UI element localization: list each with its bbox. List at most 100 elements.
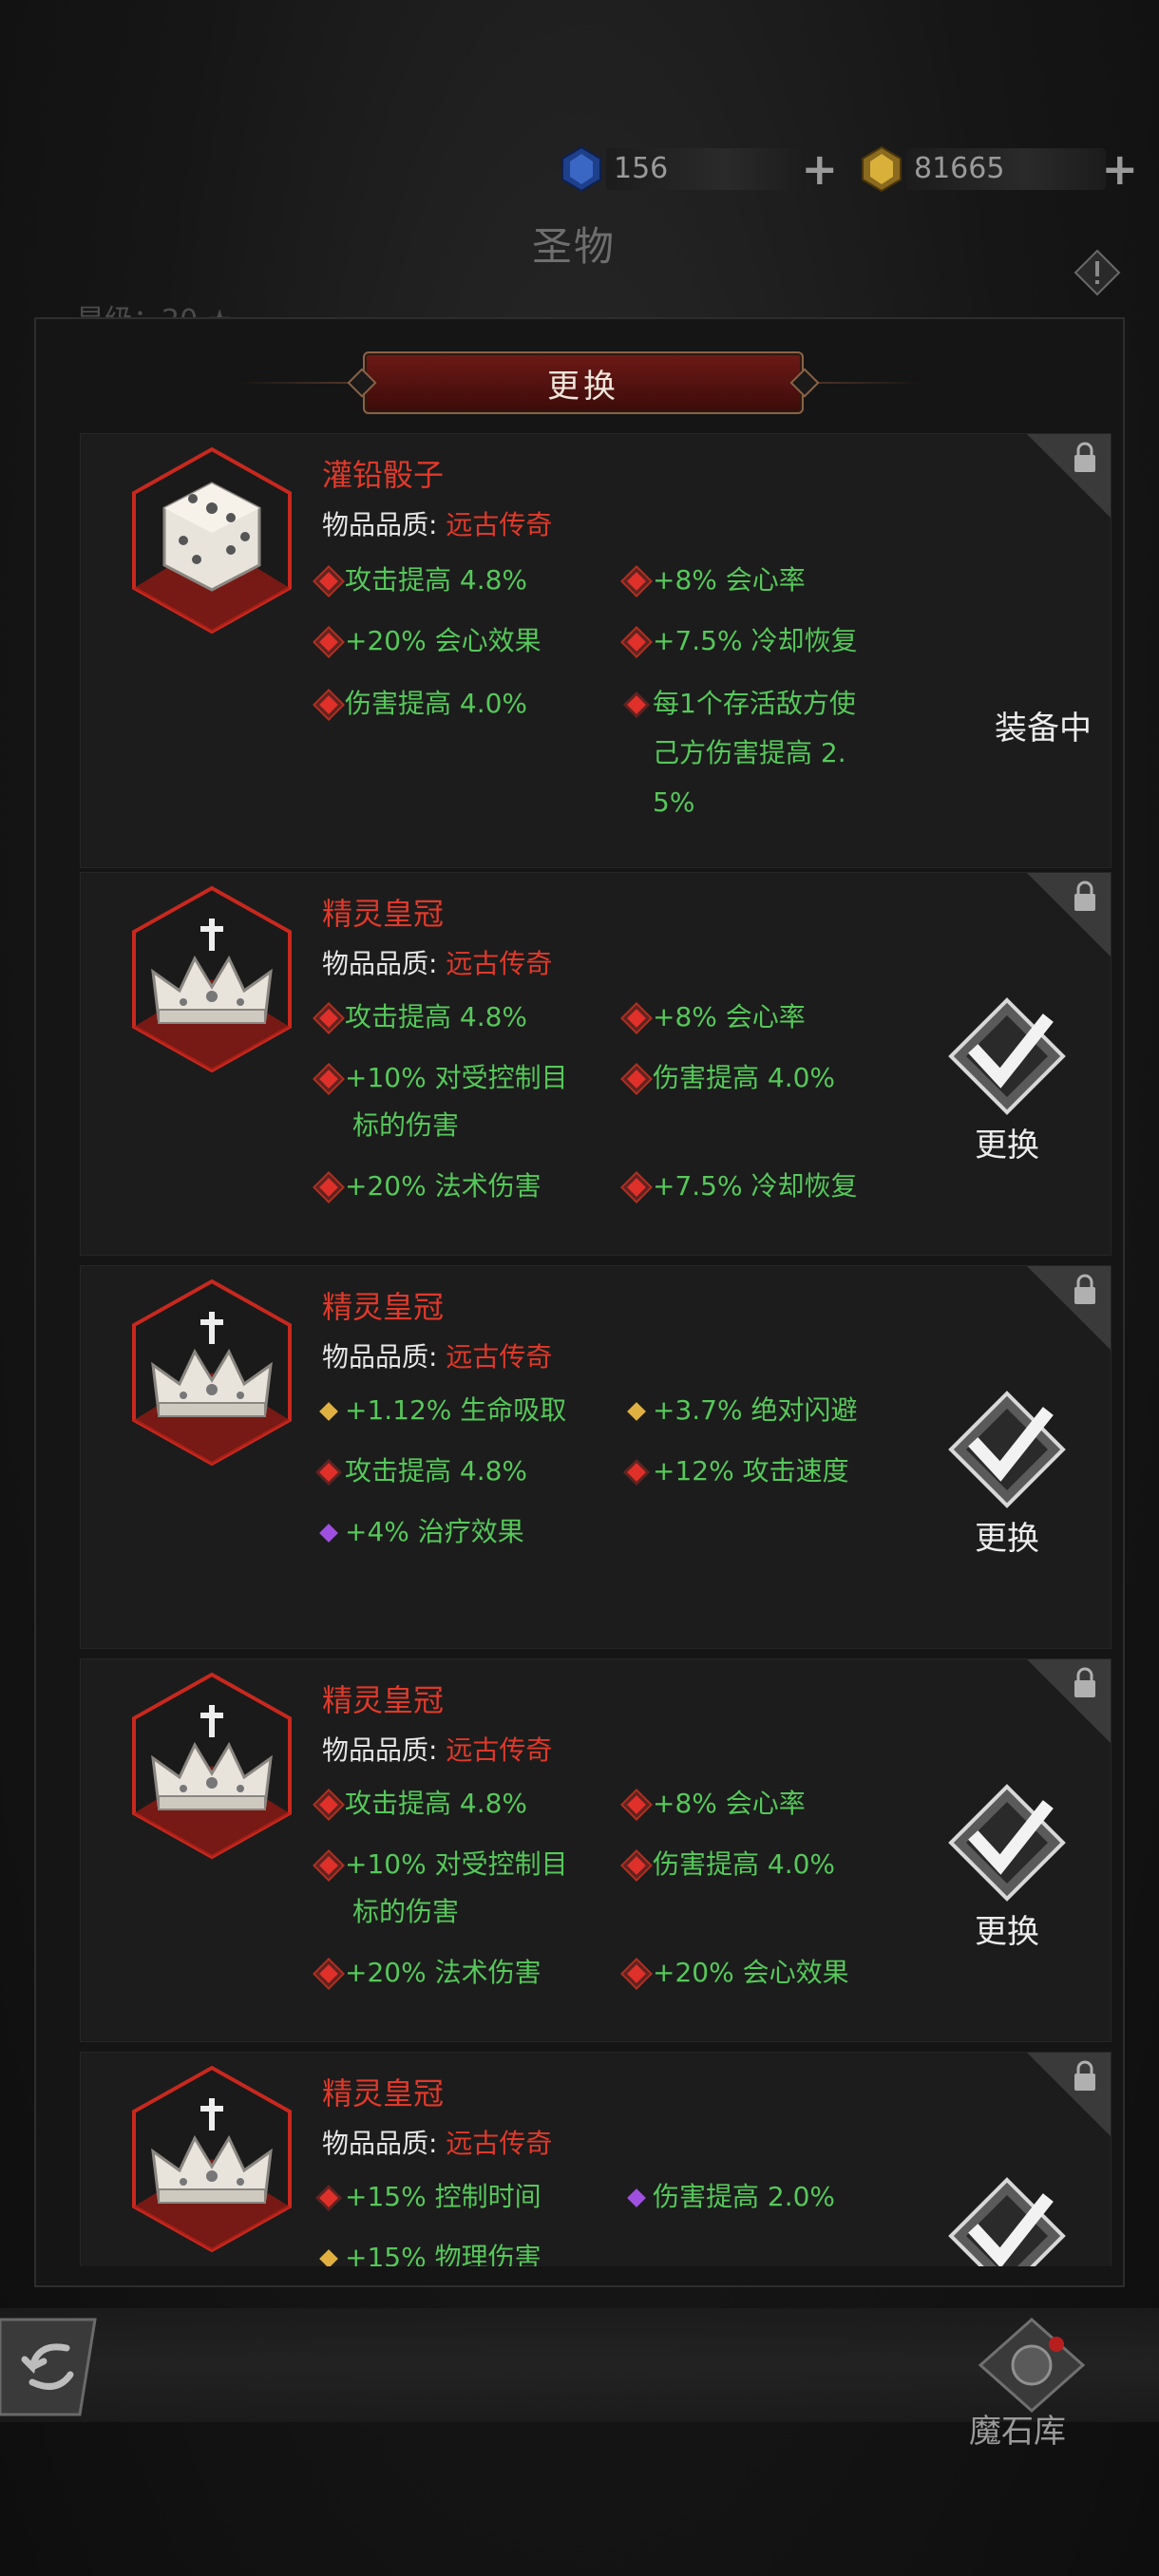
back-arrow-icon[interactable] <box>0 2314 103 2420</box>
plate-ornament <box>347 368 377 398</box>
item-quality: 物品品质: 远古传奇 <box>322 943 552 981</box>
attribute-continued: 5% <box>653 786 695 818</box>
checkmark-icon <box>948 1391 1066 1508</box>
attribute: +15% 物理伤害 <box>319 2235 542 2266</box>
item-name: 灌铅骰子 <box>322 457 445 493</box>
red-gem-icon <box>313 1849 345 1882</box>
attribute: +4% 治疗效果 <box>319 1509 524 1555</box>
purple-gem-icon <box>319 1524 338 1543</box>
lock-icon[interactable] <box>1071 1274 1099 1306</box>
quality-value: 远古传奇 <box>446 1734 553 1766</box>
page-title: 圣物 <box>532 223 617 270</box>
item-quality: 物品品质: 远古传奇 <box>322 1336 552 1374</box>
currency-blue: 156 + <box>557 142 838 196</box>
quality-label: 物品品质: <box>322 509 438 540</box>
attribute: 攻击提高 4.8% <box>319 1449 527 1494</box>
red-gem-icon <box>620 1958 653 1990</box>
lock-icon[interactable] <box>1071 881 1099 913</box>
add-blue-currency-button[interactable]: + <box>801 147 838 191</box>
modal-title: 更换 <box>547 367 619 406</box>
currency-gold: 81665 + <box>857 142 1138 196</box>
dice-icon <box>132 446 292 635</box>
checkmark-icon <box>948 1784 1066 1902</box>
red-gem-icon <box>620 1849 653 1882</box>
red-gem-icon <box>313 626 345 658</box>
red-gem-icon <box>319 1463 338 1482</box>
attribute: +20% 法术伤害 <box>313 1164 542 1209</box>
red-gem-icon <box>313 565 345 597</box>
attribute: +8% 会心率 <box>620 1781 806 1827</box>
vault-label[interactable]: 魔石库 <box>969 2405 1066 2452</box>
modal-title-plate: 更换 <box>347 351 820 414</box>
quality-label: 物品品质: <box>322 1734 438 1766</box>
attribute: 伤害提高 4.0% <box>620 1055 835 1101</box>
relic-list[interactable]: 灌铅骰子 物品品质: 远古传奇 攻击提高 4.8% +8% 会心率 +20% 会… <box>80 433 1112 2266</box>
lock-icon[interactable] <box>1071 442 1099 474</box>
currency-blue-value: 156 <box>606 148 806 190</box>
red-gem-icon <box>620 1171 653 1203</box>
quality-label: 物品品质: <box>322 1341 438 1373</box>
replace-button[interactable]: 更换 <box>945 2174 1069 2266</box>
red-gem-icon <box>319 2188 338 2207</box>
currency-gold-value: 81665 <box>906 148 1106 190</box>
attribute: 伤害提高 4.0% <box>313 681 527 727</box>
vault-icon[interactable] <box>975 2316 1089 2415</box>
modal-header: 更换 <box>36 319 1123 443</box>
red-gem-icon <box>313 1171 345 1203</box>
red-gem-icon <box>313 689 345 721</box>
attribute: +7.5% 冷却恢复 <box>620 618 858 664</box>
quality-label: 物品品质: <box>322 2128 438 2159</box>
attribute: +3.7% 绝对闪避 <box>627 1388 858 1433</box>
add-gold-currency-button[interactable]: + <box>1101 147 1138 191</box>
replace-button[interactable]: 更换 <box>945 1388 1069 1559</box>
attribute: +12% 攻击速度 <box>627 1449 849 1494</box>
replace-button[interactable]: 更换 <box>945 1781 1069 1952</box>
blue-gem-icon <box>561 145 601 193</box>
item-name: 精灵皇冠 <box>322 1289 445 1325</box>
attribute: 每1个存活敌方使 <box>627 681 856 727</box>
attribute: +15% 控制时间 <box>319 2174 542 2220</box>
gold-gem-icon <box>319 2249 338 2266</box>
replace-modal: 更换 灌铅骰子 物品品质: 远古传奇 攻击提高 4.8% +8% 会心率 +20… <box>34 317 1125 2287</box>
attribute: +20% 会心效果 <box>620 1950 849 1996</box>
attribute: 伤害提高 2.0% <box>627 2174 835 2220</box>
item-name: 精灵皇冠 <box>322 896 445 932</box>
quality-value: 远古传奇 <box>446 2128 553 2159</box>
list-item[interactable]: 精灵皇冠 物品品质: 远古传奇 攻击提高 4.8% +8% 会心率 +10% 对… <box>80 872 1112 1256</box>
attribute: +10% 对受控制目 <box>313 1055 568 1101</box>
list-item[interactable]: 精灵皇冠 物品品质: 远古传奇 +1.12% 生命吸取 +3.7% 绝对闪避 攻… <box>80 1265 1112 1649</box>
warning-icon[interactable] <box>1074 249 1121 296</box>
attribute: +8% 会心率 <box>620 994 806 1040</box>
red-gem-icon <box>313 1002 345 1034</box>
attribute-continued: 标的伤害 <box>352 1896 460 1927</box>
item-quality: 物品品质: 远古传奇 <box>322 2123 552 2161</box>
red-gem-icon <box>313 1958 345 1990</box>
red-gem-icon <box>620 626 653 658</box>
replace-button[interactable]: 更换 <box>945 994 1069 1165</box>
attribute: +10% 对受控制目 <box>313 1842 568 1887</box>
replace-label: 更换 <box>975 1127 1039 1165</box>
attribute: 伤害提高 4.0% <box>620 1842 835 1887</box>
quality-value: 远古传奇 <box>446 1341 553 1373</box>
item-name: 精灵皇冠 <box>322 1682 445 1718</box>
attribute: +8% 会心率 <box>620 558 806 603</box>
quality-value: 远古传奇 <box>446 948 553 979</box>
list-item[interactable]: 灌铅骰子 物品品质: 远古传奇 攻击提高 4.8% +8% 会心率 +20% 会… <box>80 433 1112 868</box>
lock-icon[interactable] <box>1071 1667 1099 1699</box>
item-quality: 物品品质: 远古传奇 <box>322 1730 552 1768</box>
list-item[interactable]: 精灵皇冠 物品品质: 远古传奇 +15% 控制时间 伤害提高 2.0% +15%… <box>80 2052 1112 2266</box>
crown-icon <box>132 2065 292 2253</box>
attribute: +20% 会心效果 <box>313 618 542 664</box>
checkmark-icon <box>948 997 1066 1115</box>
red-gem-icon <box>620 565 653 597</box>
red-gem-icon <box>313 1789 345 1821</box>
red-gem-icon <box>627 695 646 714</box>
item-quality: 物品品质: 远古传奇 <box>322 504 552 542</box>
attribute: +1.12% 生命吸取 <box>319 1388 566 1433</box>
list-item[interactable]: 精灵皇冠 物品品质: 远古传奇 攻击提高 4.8% +8% 会心率 +10% 对… <box>80 1658 1112 2042</box>
attribute: +20% 法术伤害 <box>313 1950 542 1996</box>
red-gem-icon <box>627 1463 646 1482</box>
lock-icon[interactable] <box>1071 2060 1099 2093</box>
red-gem-icon <box>313 1063 345 1095</box>
plate-ornament <box>789 368 820 398</box>
